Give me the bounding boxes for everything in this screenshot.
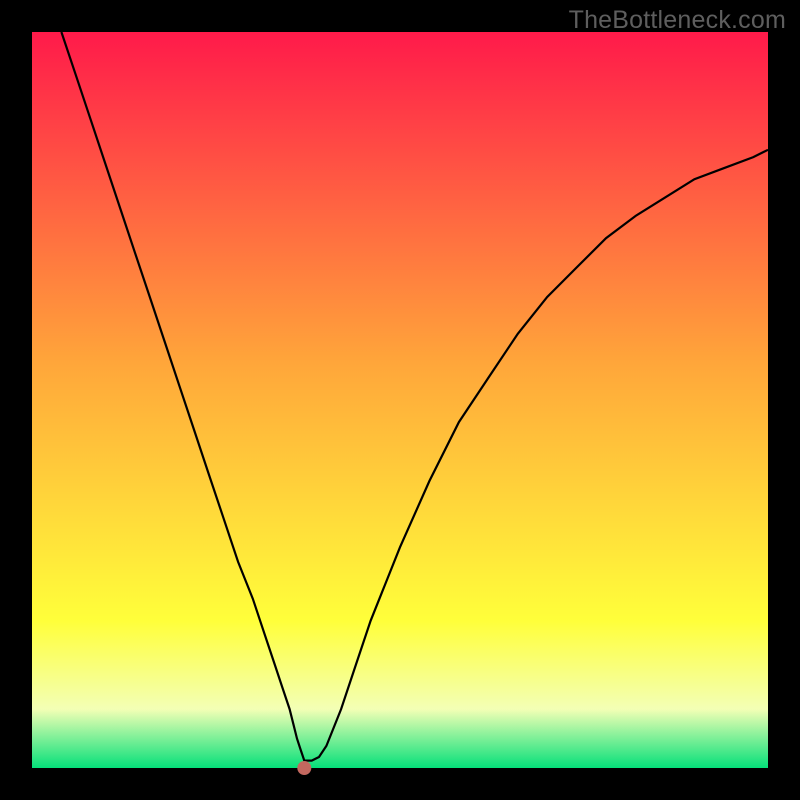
chart-plot-area — [32, 32, 768, 768]
chart-svg — [0, 0, 800, 800]
bottleneck-chart: TheBottleneck.com — [0, 0, 800, 800]
minimum-marker — [297, 761, 311, 775]
watermark-text: TheBottleneck.com — [569, 6, 786, 35]
